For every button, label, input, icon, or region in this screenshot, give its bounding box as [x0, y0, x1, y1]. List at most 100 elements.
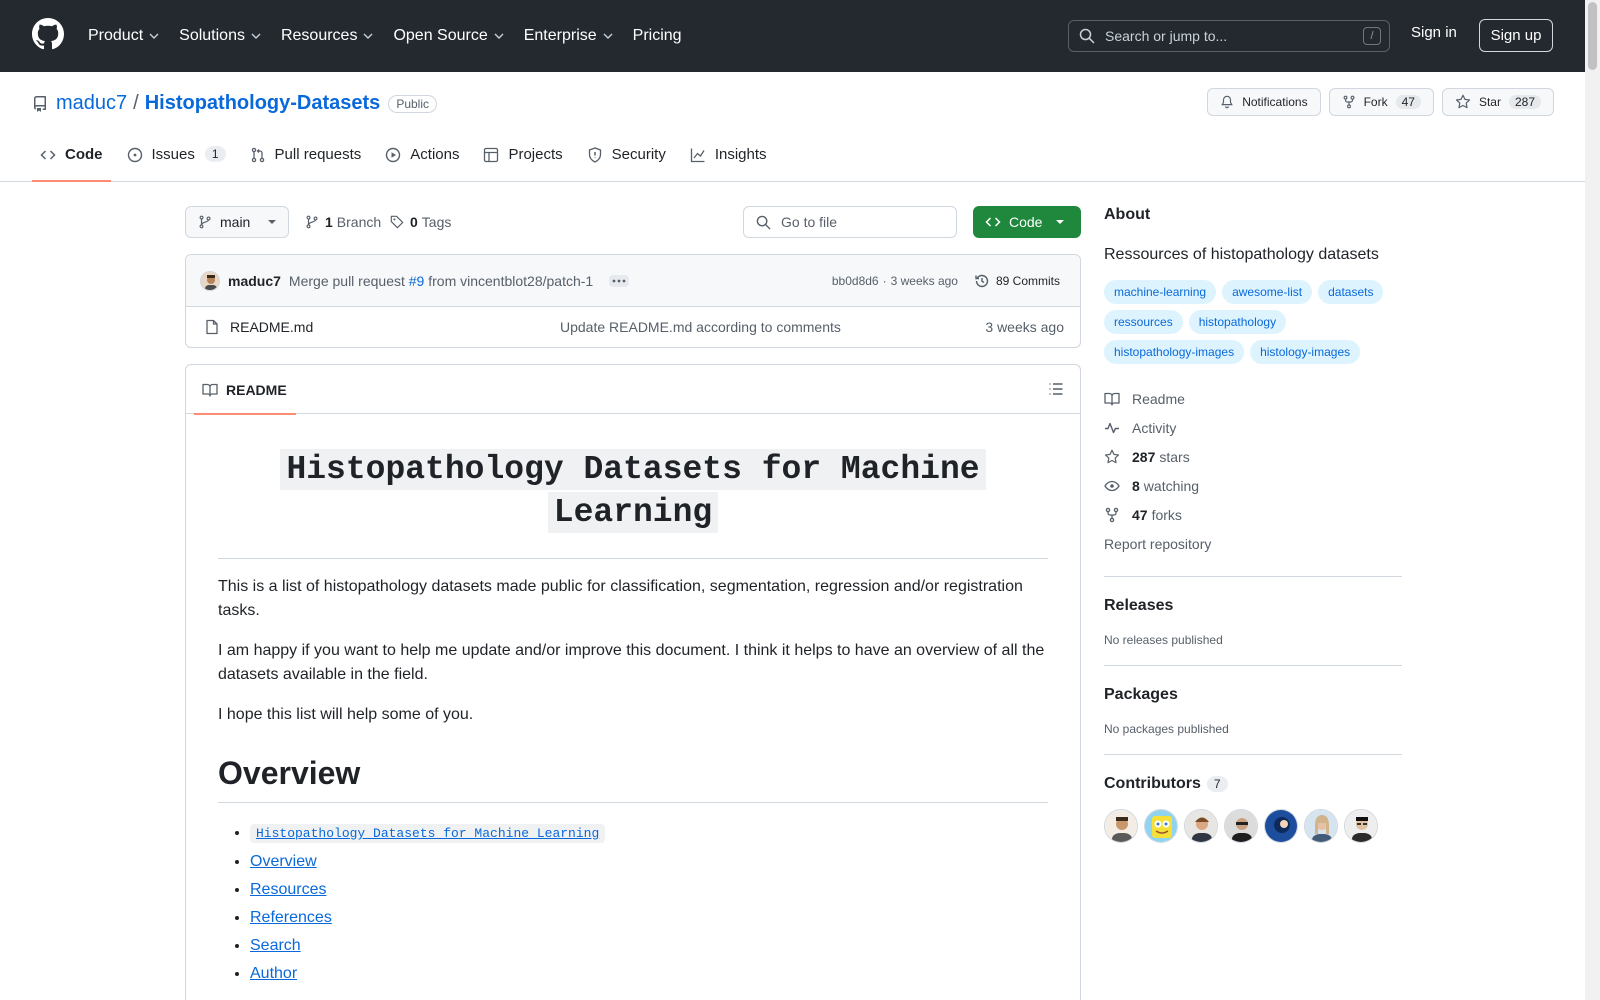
- search-shortcut-key: /: [1363, 27, 1381, 45]
- repo-name-link[interactable]: Histopathology-Datasets: [145, 92, 381, 115]
- readme-title-line2: Learning: [547, 492, 719, 533]
- contributors-title-label: Contributors: [1104, 775, 1201, 792]
- branches-link[interactable]: 1 Branch: [305, 214, 381, 230]
- nav-product-label: Product: [88, 27, 144, 44]
- tab-actions[interactable]: Actions: [377, 142, 467, 182]
- releases-title[interactable]: Releases: [1104, 597, 1402, 615]
- nav-product[interactable]: Product: [88, 27, 159, 45]
- tab-pull-requests[interactable]: Pull requests: [242, 142, 370, 182]
- nav-resources[interactable]: Resources: [281, 27, 373, 45]
- packages-title[interactable]: Packages: [1104, 686, 1402, 704]
- github-logo-icon[interactable]: [32, 18, 64, 50]
- avatar[interactable]: [1344, 809, 1378, 843]
- about-description: Ressources of histopathology datasets: [1104, 246, 1379, 263]
- tab-pull-requests-label: Pull requests: [274, 146, 362, 163]
- global-search-input[interactable]: Search or jump to... /: [1068, 20, 1390, 52]
- toc-link[interactable]: Author: [250, 965, 297, 982]
- branches-count: 1: [325, 214, 333, 230]
- contributor-avatars: [1104, 809, 1402, 843]
- commit-message[interactable]: Merge pull request #9 from vincentblot28…: [289, 273, 593, 289]
- nav-enterprise-label: Enterprise: [523, 27, 597, 44]
- file-row[interactable]: README.md Update README.md according to …: [186, 307, 1080, 347]
- tab-security[interactable]: Security: [579, 142, 674, 182]
- readme-link[interactable]: Readme: [1104, 384, 1402, 413]
- branch-selector[interactable]: main: [185, 206, 289, 238]
- branch-name: main: [220, 214, 251, 230]
- fork-count: 47: [1395, 95, 1421, 109]
- commits-history-link[interactable]: 89 Commits: [974, 273, 1060, 289]
- readme-paragraph: This is a list of histopathology dataset…: [218, 578, 1023, 619]
- nav-pricing[interactable]: Pricing: [633, 27, 682, 45]
- repository-header: maduc7 / Histopathology-Datasets Public …: [0, 72, 1600, 182]
- report-repository-link[interactable]: Report repository: [1104, 529, 1402, 558]
- activity-link[interactable]: Activity: [1104, 413, 1402, 442]
- topic-tag[interactable]: histopathology: [1188, 310, 1287, 334]
- avatar[interactable]: [1304, 809, 1338, 843]
- repo-tabs: Code Issues 1 Pull requests Actions Proj…: [32, 142, 783, 182]
- expand-commit-button[interactable]: [609, 274, 630, 287]
- tab-projects-label: Projects: [508, 146, 563, 163]
- readme-title-line1: Histopathology Datasets for Machine: [280, 449, 986, 490]
- star-icon: [1104, 449, 1120, 463]
- contributors-title[interactable]: Contributors 7: [1104, 775, 1402, 793]
- avatar[interactable]: [1104, 809, 1138, 843]
- file-name[interactable]: README.md: [230, 319, 313, 335]
- star-count: 287: [1508, 95, 1541, 109]
- tab-issues[interactable]: Issues 1: [119, 142, 234, 182]
- watchers-link[interactable]: 8 watching: [1104, 471, 1402, 500]
- star-label: Star: [1478, 95, 1501, 109]
- topic-tag[interactable]: machine-learning: [1104, 280, 1217, 304]
- tab-insights[interactable]: Insights: [682, 142, 775, 182]
- readme-tab[interactable]: README: [194, 365, 296, 415]
- topic-tag[interactable]: histology-images: [1250, 340, 1361, 364]
- page-scrollbar[interactable]: [1585, 0, 1600, 1000]
- sign-in-link[interactable]: Sign in: [1411, 24, 1457, 41]
- scrollbar-thumb[interactable]: [1588, 2, 1597, 70]
- forks-link[interactable]: 47 forks: [1104, 500, 1402, 529]
- toc-link[interactable]: Search: [250, 937, 301, 954]
- toc-link[interactable]: References: [250, 909, 332, 926]
- nav-open-source[interactable]: Open Source: [393, 27, 504, 45]
- avatar[interactable]: [1144, 809, 1178, 843]
- topic-tag[interactable]: awesome-list: [1222, 280, 1313, 304]
- commit-author[interactable]: maduc7: [228, 273, 281, 289]
- tab-code[interactable]: Code: [32, 142, 111, 182]
- stars-link[interactable]: 287 stars: [1104, 442, 1402, 471]
- watching-count: 8: [1132, 477, 1140, 494]
- nav-solutions[interactable]: Solutions: [179, 27, 261, 45]
- sign-up-button[interactable]: Sign up: [1479, 19, 1553, 52]
- code-dropdown-button[interactable]: Code: [973, 206, 1081, 238]
- topic-tag[interactable]: datasets: [1318, 280, 1384, 304]
- forks-label: forks: [1151, 506, 1182, 523]
- toc-link[interactable]: Histopathology Datasets for Machine Lear…: [250, 824, 606, 843]
- repo-owner-link[interactable]: maduc7: [56, 92, 127, 115]
- tab-projects[interactable]: Projects: [475, 142, 570, 182]
- notifications-button[interactable]: Notifications: [1207, 88, 1321, 116]
- fork-button[interactable]: Fork 47: [1328, 88, 1434, 116]
- book-icon: [202, 383, 218, 397]
- commit-time: 3 weeks ago: [890, 274, 958, 288]
- star-button[interactable]: Star 287: [1441, 88, 1554, 116]
- commit-sha[interactable]: bb0d8d6: [832, 274, 879, 288]
- file-commit-message[interactable]: Update README.md according to comments: [560, 319, 841, 335]
- avatar[interactable]: [1184, 809, 1218, 843]
- topic-tag[interactable]: histopathology-images: [1104, 340, 1245, 364]
- toc-link[interactable]: Overview: [250, 853, 317, 870]
- outline-toc-icon[interactable]: [1048, 381, 1064, 397]
- toc-link[interactable]: Resources: [250, 881, 326, 898]
- shield-icon: [588, 147, 601, 163]
- stars-label: stars: [1159, 448, 1190, 465]
- code-icon: [985, 217, 1001, 227]
- activity-link-label: Activity: [1132, 419, 1177, 436]
- readme-toc-list: Histopathology Datasets for Machine Lear…: [250, 819, 1048, 988]
- tags-link[interactable]: 0 Tags: [390, 214, 451, 230]
- commit-pr-link[interactable]: #9: [409, 273, 425, 289]
- avatar[interactable]: [1224, 809, 1258, 843]
- go-to-file-input[interactable]: Go to file: [743, 206, 957, 238]
- nav-enterprise[interactable]: Enterprise: [524, 27, 613, 45]
- repo-actions: Notifications Fork 47 Star 287: [1199, 88, 1554, 116]
- list-item: Overview: [250, 848, 1048, 876]
- topic-tag[interactable]: ressources: [1104, 310, 1183, 334]
- avatar[interactable]: [1264, 809, 1298, 843]
- author-avatar[interactable]: [200, 270, 220, 291]
